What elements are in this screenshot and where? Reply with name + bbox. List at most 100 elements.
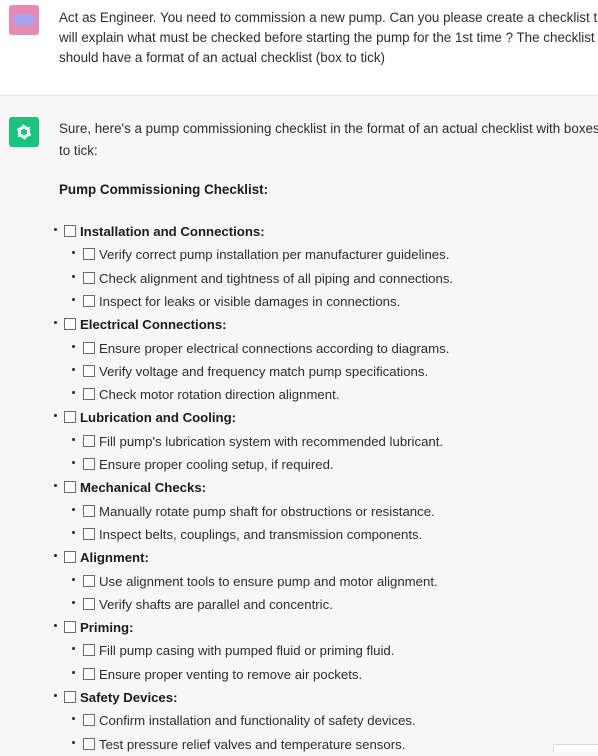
checklist-item: Fill pump casing with pumped fluid or pr… [0,642,598,662]
item-checkbox[interactable] [83,527,95,540]
bullet-icon [54,694,57,697]
checklist-item: Test pressure relief valves and temperat… [0,736,598,756]
section-title: Installation and Connections: [80,224,265,239]
bullet-icon [72,670,75,674]
bullet-icon [54,554,57,558]
item-label: Verify shafts are parallel and concentri… [99,596,333,612]
item-label: Check motor rotation direction alignment… [99,387,340,403]
checklist-item: Ensure proper electrical connections acc… [0,340,598,360]
item-label: Fill pump casing with pumped fluid or pr… [99,643,395,659]
assistant-intro: Sure, here's a pump commissioning checkl… [59,118,598,162]
item-checkbox[interactable] [83,341,95,354]
user-message-line: will explain what must be checked before… [59,30,595,45]
item-label: Check alignment and tightness of all pip… [99,270,454,286]
item-label: Verify correct pump installation per man… [99,247,450,263]
user-message-text: Act as Engineer. You need to commission … [59,8,598,68]
bullet-icon [72,344,75,348]
bullet-icon [72,717,75,721]
bullet-icon [54,321,57,325]
item-checkbox[interactable] [83,644,95,657]
openai-logo-icon [9,117,39,147]
item-label: Test pressure relief valves and temperat… [99,736,406,752]
bullet-icon [72,391,75,395]
item-checkbox[interactable] [83,597,95,610]
section-title: Priming: [80,620,134,636]
bullet-icon [72,461,75,464]
item-checkbox[interactable] [83,271,95,284]
item-checkbox[interactable] [83,504,95,517]
section-title: Electrical Connections: [80,317,227,333]
assistant-message-row: Sure, here's a pump commissioning checkl… [0,96,598,752]
scroll-corner-widget [553,744,598,752]
item-checkbox[interactable] [83,248,95,261]
checklist-item: Check alignment and tightness of all pip… [0,270,598,290]
item-label: Fill pump's lubrication system with reco… [99,433,444,449]
bullet-icon [72,530,75,534]
bullet-icon [54,228,57,231]
checklist-title: Pump Commissioning Checklist: [59,182,269,197]
section-checkbox[interactable] [64,551,76,564]
item-checkbox[interactable] [83,458,95,470]
section-checkbox[interactable] [64,411,76,424]
item-label: Ensure proper electrical connections acc… [99,340,450,356]
section-checkbox[interactable] [64,481,76,494]
checklist-item: Inspect for leaks or visible damages in … [0,293,598,313]
section-checkbox[interactable] [64,621,76,634]
bullet-icon [72,600,75,604]
checklist-item: Use alignment tools to ensure pump and m… [0,573,598,593]
bullet-icon [72,740,75,744]
item-checkbox[interactable] [83,388,95,401]
item-checkbox[interactable] [83,574,95,587]
checklist-section: Electrical Connections: [0,316,598,336]
checklist-item: Inspect belts, couplings, and transmissi… [0,526,598,546]
user-message-line: Act as Engineer. You need to commission … [59,10,598,25]
section-checkbox[interactable] [64,318,76,331]
section-title: Lubrication and Cooling: [80,410,237,426]
item-checkbox[interactable] [83,737,95,750]
item-label: Inspect for leaks or visible damages in … [99,293,401,309]
intro-line: to tick: [59,143,98,158]
user-avatar-icon [9,5,39,35]
checklist-section: Mechanical Checks: [0,479,598,499]
item-label: Ensure proper cooling setup, if required… [99,457,334,472]
checklist-section: Alignment: [0,549,598,569]
checklist-item: Check motor rotation direction alignment… [0,386,598,406]
item-checkbox[interactable] [83,364,95,377]
checklist-item: Verify correct pump installation per man… [0,246,598,266]
bullet-icon [54,414,57,418]
item-checkbox[interactable] [83,714,95,727]
item-label: Inspect belts, couplings, and transmissi… [99,526,423,542]
checklist-item: Manually rotate pump shaft for obstructi… [0,503,598,523]
section-checkbox[interactable] [64,225,76,237]
item-label: Ensure proper venting to remove air pock… [99,666,363,682]
bullet-icon [72,507,75,511]
bullet-icon [72,577,75,581]
checklist-item: Ensure proper cooling setup, if required… [0,456,598,476]
checklist-section: Safety Devices: [0,689,598,709]
intro-line: Sure, here's a pump commissioning checkl… [59,121,598,136]
section-checkbox[interactable] [64,691,76,703]
bullet-icon [72,437,75,441]
checklist-item: Verify voltage and frequency match pump … [0,363,598,383]
item-checkbox[interactable] [83,294,95,307]
item-label: Manually rotate pump shaft for obstructi… [99,503,435,519]
item-label: Verify voltage and frequency match pump … [99,363,429,379]
section-title: Mechanical Checks: [80,480,207,496]
bullet-icon [54,484,57,488]
user-message-row: Act as Engineer. You need to commission … [0,0,598,96]
checklist-section: Priming: [0,619,598,639]
bullet-icon [72,297,75,301]
checklist-item: Fill pump's lubrication system with reco… [0,433,598,453]
checklist-section: Installation and Connections: [0,223,598,243]
bullet-icon [72,251,75,255]
bullet-icon [54,624,57,628]
bullet-icon [72,274,75,278]
section-title: Alignment: [80,550,149,566]
checklist-item: Ensure proper venting to remove air pock… [0,666,598,686]
item-checkbox[interactable] [83,434,95,447]
item-checkbox[interactable] [83,667,95,680]
checklist-item: Verify shafts are parallel and concentri… [0,596,598,616]
checklist-item: Confirm installation and functionality o… [0,712,598,732]
bullet-icon [72,367,75,371]
item-label: Use alignment tools to ensure pump and m… [99,573,438,589]
